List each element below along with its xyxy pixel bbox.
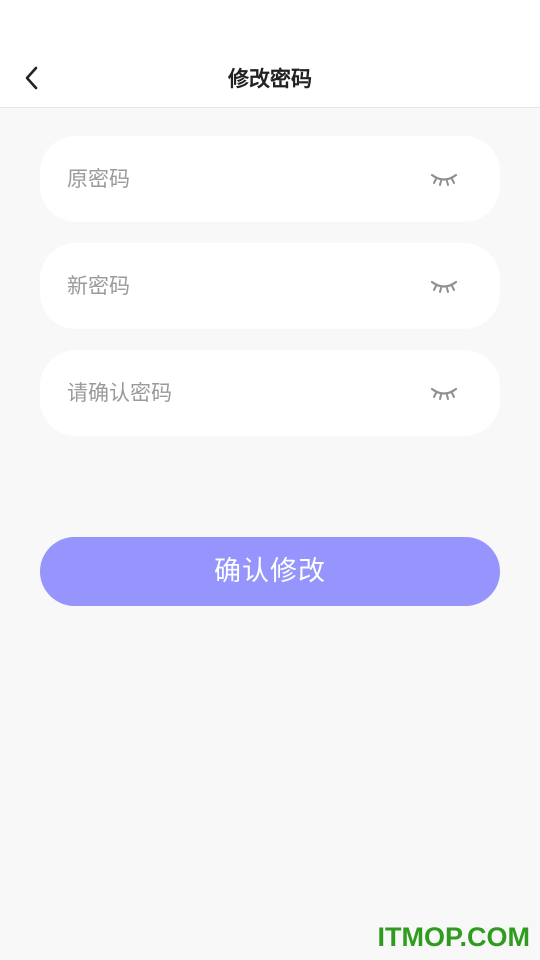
new-password-input[interactable] [67,243,407,329]
old-password-visibility-toggle[interactable] [426,164,462,194]
old-password-field [40,136,500,222]
confirm-change-button[interactable]: 确认修改 [40,537,500,606]
new-password-visibility-toggle[interactable] [426,271,462,301]
watermark-logo: ITMOP.COM [377,922,530,952]
new-password-field [40,243,500,329]
eye-closed-icon [430,387,458,400]
confirm-password-visibility-toggle[interactable] [426,378,462,408]
old-password-input[interactable] [67,136,407,222]
header-bar: 修改密码 [0,0,540,108]
confirm-password-input[interactable] [67,350,407,436]
eye-closed-icon [430,280,458,293]
confirm-password-field [40,350,500,436]
eye-closed-icon [430,173,458,186]
page-title: 修改密码 [228,67,312,91]
